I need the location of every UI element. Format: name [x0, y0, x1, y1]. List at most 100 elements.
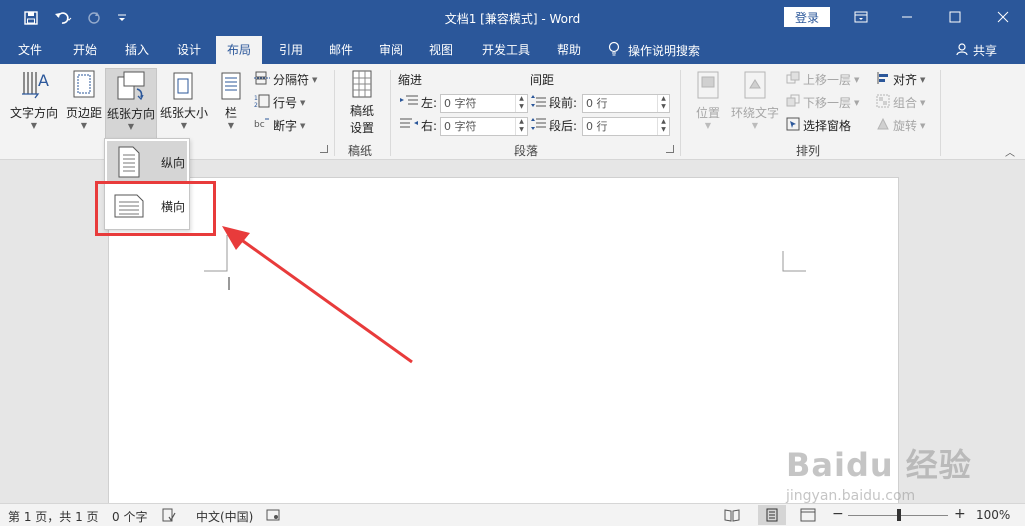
send-backward-button[interactable]: 下移一层 ▼ [786, 94, 859, 111]
rotate-button[interactable]: 旋转 ▼ [876, 117, 925, 134]
size-label: 纸张大小 [159, 106, 208, 120]
chevron-down-icon: ▼ [300, 98, 306, 107]
manuscript-settings-line1: 稿纸 [349, 104, 374, 118]
ribbon-display-options-icon[interactable] [846, 6, 876, 28]
indent-left-label: 左: [421, 96, 438, 110]
indent-right-label: 右: [421, 119, 438, 133]
size-button[interactable]: 纸张大小 ▼ [158, 68, 210, 140]
breaks-label: 分隔符 [273, 73, 310, 87]
language[interactable]: 中文(中国) [196, 508, 253, 525]
hyphenation-button[interactable]: bc 断字 ▼ [254, 117, 305, 134]
spacing-after-input[interactable]: 0 行 ▲ ▼ [582, 117, 670, 136]
chevron-down-icon: ▼ [751, 121, 759, 130]
wrap-text-button[interactable]: 环绕文字 ▼ [730, 68, 780, 140]
paragraph-launcher-icon[interactable] [666, 145, 674, 153]
chevron-down-icon: ▼ [180, 121, 188, 130]
bring-forward-icon [786, 71, 800, 88]
proofing-icon[interactable] [162, 508, 176, 525]
print-layout-icon[interactable] [758, 505, 786, 525]
position-label: 位置 [695, 106, 720, 120]
indent-left-value: 0 字符 [444, 97, 477, 110]
breaks-icon [254, 71, 270, 88]
tab-mailings[interactable]: 邮件 [318, 36, 364, 64]
chevron-down-icon: ▼ [312, 75, 318, 84]
page-setup-launcher-icon[interactable] [320, 145, 328, 153]
portrait-page-icon [113, 145, 145, 182]
close-icon[interactable] [988, 6, 1018, 28]
web-layout-icon[interactable] [800, 508, 816, 525]
portrait-label: 纵向 [161, 155, 186, 170]
tab-layout[interactable]: 布局 [216, 36, 262, 64]
group-separator [334, 70, 335, 156]
vertical-scrollbar[interactable] [1008, 160, 1025, 503]
margins-button[interactable]: 页边距 ▼ [64, 68, 104, 140]
chevron-down-icon: ▼ [127, 122, 135, 131]
share-button[interactable]: 共享 [955, 36, 997, 64]
title-bar: 文档1 [兼容模式] - Word 登录 [0, 0, 1025, 36]
manuscript-group-label: 稿纸 [348, 144, 373, 158]
line-numbers-button[interactable]: 12 行号 ▼ [254, 94, 305, 111]
read-mode-icon[interactable] [724, 508, 740, 525]
tell-me-label: 操作说明搜索 [628, 43, 701, 58]
tab-home[interactable]: 开始 [62, 36, 108, 64]
arrange-group-label: 排列 [796, 144, 821, 158]
tab-references[interactable]: 引用 [268, 36, 314, 64]
manuscript-settings-button[interactable]: 稿纸 设置 [342, 68, 382, 140]
selection-pane-button[interactable]: 选择窗格 [786, 117, 851, 134]
tab-insert[interactable]: 插入 [114, 36, 160, 64]
bring-forward-label: 上移一层 [803, 73, 852, 87]
zoom-slider-thumb[interactable] [897, 509, 901, 521]
person-icon [955, 42, 969, 59]
lightbulb-icon [608, 41, 620, 60]
paper-size-icon [168, 68, 200, 102]
text-direction-button[interactable]: A 文字方向 ▼ [6, 68, 62, 140]
group-objects-button[interactable]: 组合 ▼ [876, 94, 925, 111]
tab-developer[interactable]: 开发工具 [474, 36, 538, 64]
status-bar: 第 1 页，共 1 页 0 个字 中文(中国) − + 100% [0, 503, 1025, 526]
spinner-icon[interactable]: ▲ ▼ [515, 95, 527, 112]
align-icon [876, 71, 890, 88]
indent-right-input[interactable]: 0 字符 ▲ ▼ [440, 117, 528, 136]
chevron-down-icon: ▼ [854, 75, 860, 84]
tab-view[interactable]: 视图 [418, 36, 464, 64]
bring-forward-button[interactable]: 上移一层 ▼ [786, 71, 859, 88]
ribbon-tab-bar: 文件 开始 插入 设计 布局 引用 邮件 审阅 视图 开发工具 帮助 操作说明搜… [0, 36, 1025, 64]
collapse-ribbon-icon[interactable]: ︿ [1005, 144, 1015, 159]
chevron-down-icon: ▼ [30, 121, 38, 130]
group-separator [390, 70, 391, 156]
indent-left-input[interactable]: 0 字符 ▲ ▼ [440, 94, 528, 113]
tab-file[interactable]: 文件 [8, 36, 52, 64]
position-button[interactable]: 位置 ▼ [688, 68, 728, 140]
zoom-out-icon[interactable]: − [832, 507, 844, 521]
tell-me-search[interactable]: 操作说明搜索 [608, 36, 700, 64]
breaks-button[interactable]: 分隔符 ▼ [254, 71, 317, 88]
spacing-before-icon [530, 94, 546, 111]
svg-text:1: 1 [254, 95, 258, 102]
document-page[interactable] [108, 177, 899, 507]
spinner-icon[interactable]: ▲ ▼ [657, 118, 669, 135]
zoom-in-icon[interactable]: + [954, 507, 966, 521]
tab-review[interactable]: 审阅 [368, 36, 414, 64]
align-label: 对齐 [893, 73, 918, 87]
orientation-button[interactable]: 纸张方向 ▼ [105, 68, 157, 140]
svg-text:A: A [38, 71, 49, 90]
login-button[interactable]: 登录 [784, 7, 830, 27]
align-button[interactable]: 对齐 ▼ [876, 71, 925, 88]
orientation-icon [115, 69, 147, 103]
portrait-option[interactable]: 纵向 [107, 141, 187, 183]
columns-button[interactable]: 栏 ▼ [214, 68, 248, 140]
chevron-down-icon: ▼ [300, 121, 306, 130]
maximize-icon[interactable] [940, 6, 970, 28]
page-count[interactable]: 第 1 页，共 1 页 [8, 508, 99, 525]
spacing-before-input[interactable]: 0 行 ▲ ▼ [582, 94, 670, 113]
spacing-after-label-row: 段后: [530, 117, 577, 134]
chevron-down-icon: ▼ [227, 121, 235, 130]
minimize-icon[interactable] [892, 6, 922, 28]
zoom-level[interactable]: 100% [976, 508, 1010, 522]
macro-record-icon[interactable] [266, 508, 280, 525]
tab-help[interactable]: 帮助 [546, 36, 592, 64]
spinner-icon[interactable]: ▲ ▼ [515, 118, 527, 135]
word-count[interactable]: 0 个字 [112, 508, 147, 525]
tab-design[interactable]: 设计 [166, 36, 212, 64]
spinner-icon[interactable]: ▲ ▼ [657, 95, 669, 112]
